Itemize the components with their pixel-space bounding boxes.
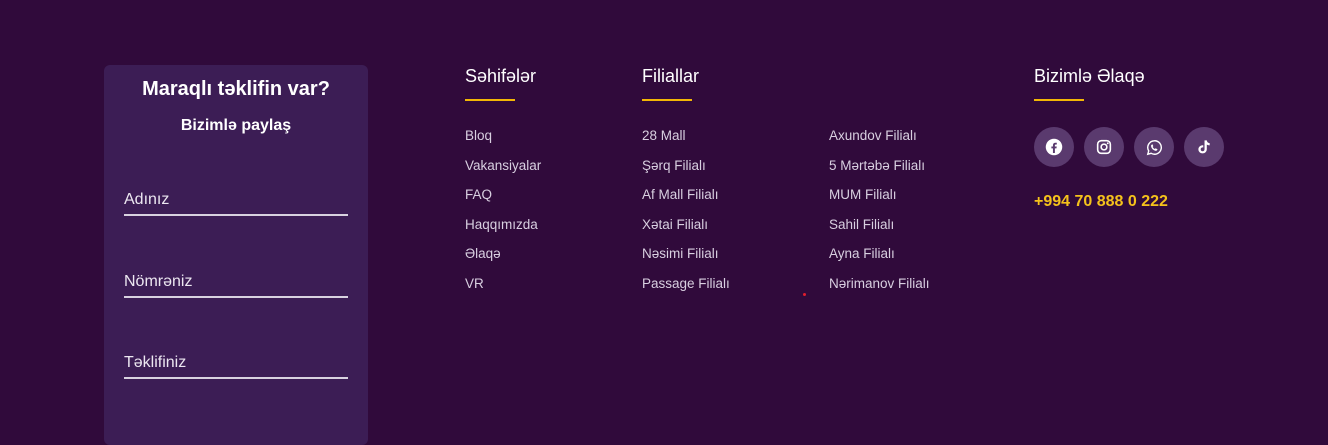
branch-link[interactable]: Axundov Filialı: [829, 127, 930, 157]
branch-link[interactable]: Af Mall Filialı: [642, 186, 730, 216]
form-subtitle: Bizimlə paylaş: [180, 117, 292, 134]
branch-link[interactable]: 5 Mərtəbə Filialı: [829, 157, 930, 187]
tiktok-button[interactable]: [1184, 127, 1224, 167]
branch-link[interactable]: MUM Filialı: [829, 186, 930, 216]
contact-title: Bizimlə Əlaqə: [1034, 66, 1145, 86]
whatsapp-icon: [1146, 139, 1162, 155]
branches-links-1: 28 Mall Şərq Filialı Af Mall Filialı Xət…: [642, 127, 730, 305]
suggestion-form: Maraqlı təklifin var? Bizimlə paylaş: [104, 65, 368, 445]
branch-link[interactable]: Şərq Filialı: [642, 157, 730, 187]
whatsapp-button[interactable]: [1134, 127, 1174, 167]
facebook-icon: [1045, 138, 1063, 156]
instagram-button[interactable]: [1084, 127, 1124, 167]
branch-link[interactable]: Sahil Filialı: [829, 216, 930, 246]
pages-title-underline: [465, 99, 515, 101]
name-input[interactable]: [124, 186, 348, 216]
contact-phone[interactable]: +994 70 888 0 222: [1034, 193, 1168, 211]
phone-input[interactable]: [124, 268, 348, 298]
pages-link-about[interactable]: Haqqımızda: [465, 216, 541, 246]
decorative-dot: [803, 293, 806, 296]
facebook-button[interactable]: [1034, 127, 1074, 167]
contact-title-underline: [1034, 99, 1084, 101]
tiktok-icon: [1198, 140, 1210, 154]
pages-links: Bloq Vakansiyalar FAQ Haqqımızda Əlaqə V…: [465, 127, 541, 305]
form-title: Maraqlı təklifin var?: [142, 78, 330, 100]
branch-link[interactable]: 28 Mall: [642, 127, 730, 157]
pages-link-faq[interactable]: FAQ: [465, 186, 541, 216]
pages-link-blog[interactable]: Bloq: [465, 127, 541, 157]
pages-link-contact[interactable]: Əlaqə: [465, 245, 541, 275]
branch-link[interactable]: Passage Filialı: [642, 275, 730, 305]
branches-links-2: Axundov Filialı 5 Mərtəbə Filialı MUM Fi…: [829, 127, 930, 305]
offer-input[interactable]: [124, 349, 348, 379]
pages-link-vacancies[interactable]: Vakansiyalar: [465, 157, 541, 187]
branches-title-underline: [642, 99, 692, 101]
branch-link[interactable]: Nəsimi Filialı: [642, 245, 730, 275]
instagram-icon: [1096, 139, 1112, 155]
branch-link[interactable]: Nərimanov Filialı: [829, 275, 930, 305]
pages-title: Səhifələr: [465, 66, 537, 86]
pages-link-vr[interactable]: VR: [465, 275, 541, 305]
branch-link[interactable]: Xətai Filialı: [642, 216, 730, 246]
branches-title: Filiallar: [642, 66, 700, 86]
branch-link[interactable]: Ayna Filialı: [829, 245, 930, 275]
